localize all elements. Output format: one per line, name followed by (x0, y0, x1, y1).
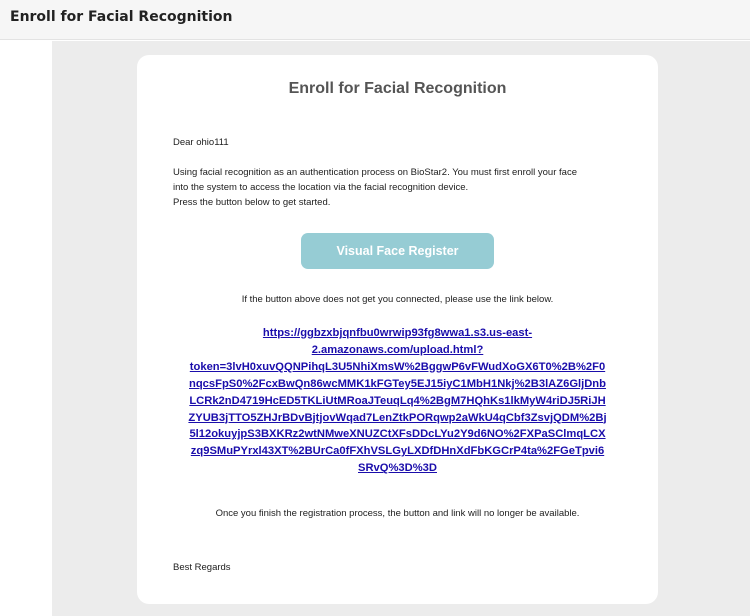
link-line: 2.amazonaws.com/upload.html? (311, 343, 484, 356)
greeting-text: Dear ohio111 (173, 137, 229, 148)
instructions-line: into the system to access the location v… (173, 182, 469, 193)
registration-link[interactable]: https://ggbzxbjqnfbu0wrwip93fg8wwa1.s3.u… (173, 325, 622, 477)
fallback-instructions: If the button above does not get you con… (241, 294, 554, 305)
link-line: zq9SMuPYrxl43XT%2BUrCa0fFXhVSLGyLXDfDHnX… (190, 445, 605, 458)
expiry-note: Once you finish the registration process… (215, 508, 580, 519)
link-line: ZYUB3jTTO5ZHJrBDvBjtjovWqad7LenZtkPORqwp… (188, 411, 607, 424)
link-line: token=3lvH0xuvQQNPihqL3U5NhiXmsW%2BggwP6… (189, 360, 606, 373)
title-bar: Enroll for Facial Recognition (0, 0, 750, 40)
window-title: Enroll for Facial Recognition (10, 9, 233, 25)
link-line: nqcsFpS0%2FcxBwQn86wcMMK1kFGTey5EJ15iyC1… (189, 377, 606, 390)
sign-off: Best Regards (173, 562, 231, 573)
link-line: https://ggbzxbjqnfbu0wrwip93fg8wwa1.s3.u… (262, 327, 533, 339)
instructions-paragraph: Using facial recognition as an authentic… (173, 165, 633, 210)
email-card: Enroll for Facial Recognition Dear ohio1… (137, 55, 658, 604)
email-heading: Enroll for Facial Recognition (288, 80, 507, 97)
link-line: LCRk2nD4719HcED5TKLiUtMRoaJTeuqLq4%2BgM7… (189, 394, 606, 407)
instructions-line: Using facial recognition as an authentic… (173, 167, 577, 178)
instructions-line: Press the button below to get started. (173, 197, 331, 208)
link-line: SRvQ%3D%3D (358, 462, 437, 475)
link-line: 5l12okuyjpS3BXKRz2wtNMweXNUZCtXFsDDcLYu2… (189, 428, 606, 441)
visual-face-register-button[interactable]: Visual Face Register (301, 233, 494, 269)
